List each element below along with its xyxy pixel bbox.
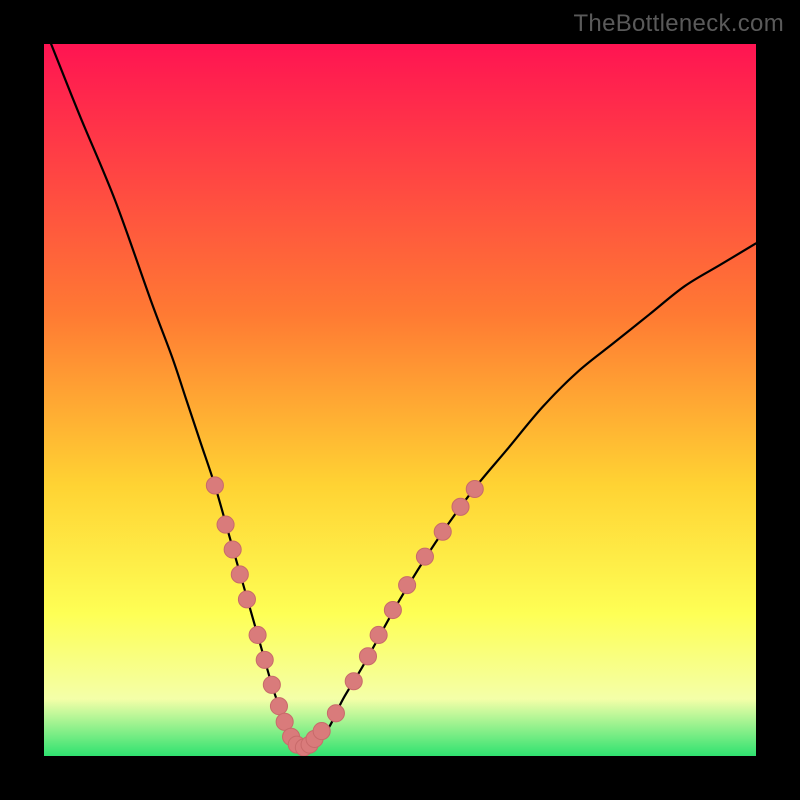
watermark-text: TheBottleneck.com bbox=[573, 10, 784, 38]
bead-point bbox=[434, 523, 451, 540]
bead-point bbox=[256, 651, 273, 668]
bead-point bbox=[384, 602, 401, 619]
plot-area bbox=[44, 44, 756, 756]
bead-point bbox=[231, 566, 248, 583]
bead-point bbox=[313, 723, 330, 740]
bead-point bbox=[238, 591, 255, 608]
curve-beads bbox=[206, 477, 483, 756]
bead-point bbox=[370, 626, 387, 643]
bead-point bbox=[327, 705, 344, 722]
bead-point bbox=[263, 676, 280, 693]
bottleneck-curve bbox=[44, 44, 756, 756]
bead-point bbox=[466, 480, 483, 497]
bead-point bbox=[217, 516, 234, 533]
bead-point bbox=[452, 498, 469, 515]
chart-stage: TheBottleneck.com bbox=[0, 0, 800, 800]
bead-point bbox=[206, 477, 223, 494]
bead-point bbox=[345, 673, 362, 690]
bead-point bbox=[270, 698, 287, 715]
bead-point bbox=[224, 541, 241, 558]
bead-point bbox=[359, 648, 376, 665]
bead-point bbox=[416, 548, 433, 565]
bead-point bbox=[399, 577, 416, 594]
bead-point bbox=[249, 626, 266, 643]
